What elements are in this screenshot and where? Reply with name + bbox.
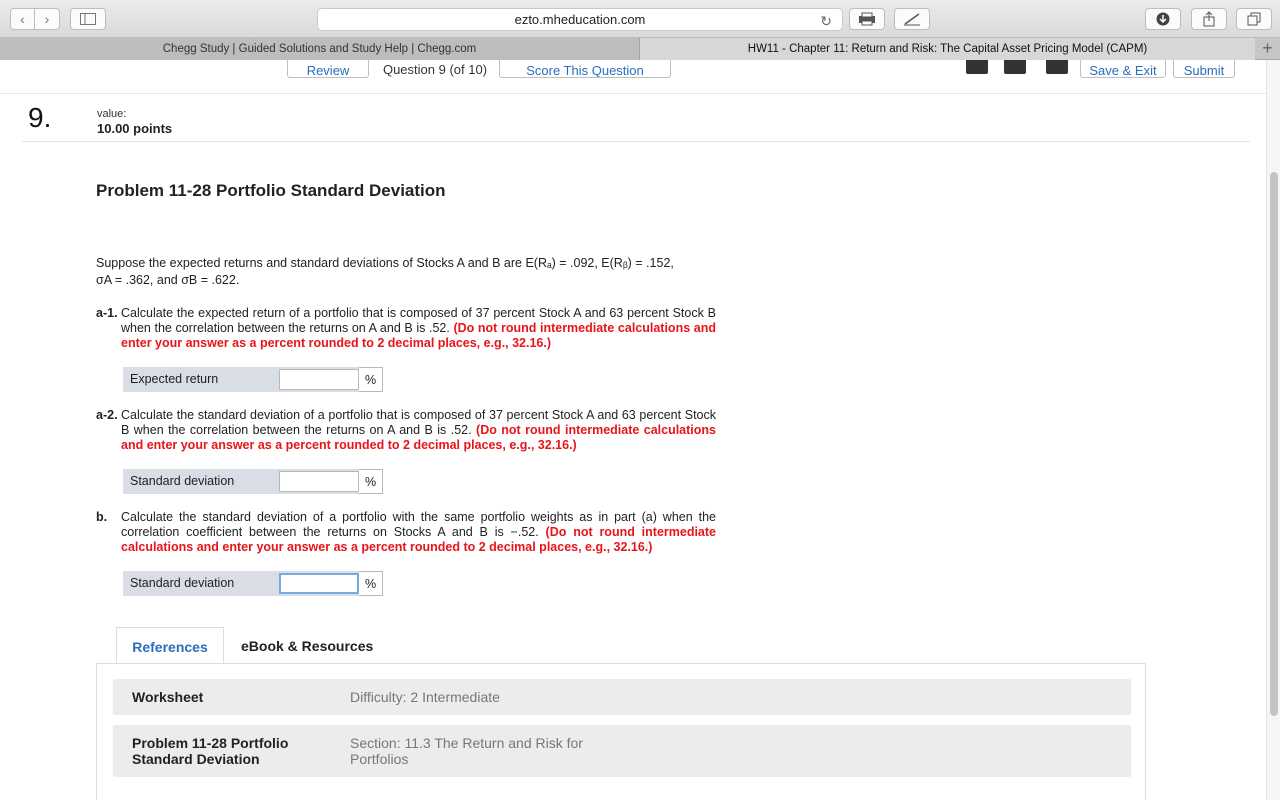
std-dev-input-a2[interactable] [279, 471, 359, 492]
plus-icon: + [1262, 38, 1273, 58]
part-a2-answer-row: Standard deviation % [123, 469, 383, 494]
problem-title: Problem 11-28 Portfolio Standard Deviati… [96, 181, 446, 200]
part-b: b. Calculate the standard deviation of a… [96, 510, 716, 555]
part-b-answer-label: Standard deviation [130, 576, 235, 590]
address-bar[interactable]: ezto.mheducation.com ↻ [317, 8, 843, 31]
review-button[interactable]: Review [287, 60, 369, 78]
printer-icon [859, 12, 875, 26]
expected-return-input[interactable] [279, 369, 359, 390]
question-indicator: Question 9 (of 10) [380, 60, 490, 78]
page-content: Review Question 9 (of 10) Score This Que… [0, 60, 1266, 800]
reference-name: Worksheet [132, 689, 204, 705]
print-page-icon[interactable] [1004, 60, 1026, 74]
part-a2-text-block: Calculate the standard deviation of a po… [121, 408, 716, 453]
reload-icon[interactable]: ↻ [820, 11, 832, 32]
value-label: value: [97, 108, 127, 120]
part-a1-unit: % [359, 367, 383, 392]
sidebar-toggle-button[interactable] [70, 8, 106, 30]
part-a1-text-block: Calculate the expected return of a portf… [121, 306, 716, 351]
calculator-icon[interactable] [1046, 60, 1068, 74]
save-exit-button[interactable]: Save & Exit [1080, 60, 1166, 78]
score-question-button[interactable]: Score This Question [499, 60, 671, 78]
share-icon [1203, 11, 1215, 27]
tab-chegg[interactable]: Chegg Study | Guided Solutions and Study… [0, 38, 640, 60]
book-icon[interactable] [966, 60, 988, 74]
question-number: 9. [28, 102, 52, 133]
part-a1-label: a-1. [96, 306, 118, 320]
part-a2-unit: % [359, 469, 383, 494]
downloads-button[interactable] [1145, 8, 1181, 30]
reference-value: Difficulty: 2 Intermediate [350, 689, 500, 705]
submit-label: Submit [1183, 63, 1225, 78]
tab-ebook-resources[interactable]: eBook & Resources [241, 627, 373, 665]
references-panel: Worksheet Difficulty: 2 Intermediate Pro… [96, 663, 1146, 800]
reference-row: Worksheet Difficulty: 2 Intermediate [113, 679, 1131, 715]
review-label: Review [306, 63, 350, 78]
submit-button[interactable]: Submit [1173, 60, 1235, 78]
tab-bar: Chegg Study | Guided Solutions and Study… [0, 38, 1280, 60]
new-tab-button[interactable]: + [1255, 38, 1280, 60]
forward-button[interactable]: › [35, 8, 60, 30]
page-scrollbar[interactable] [1266, 60, 1280, 800]
part-b-text-block: Calculate the standard deviation of a po… [121, 510, 716, 555]
share-button[interactable] [1191, 8, 1227, 30]
points-value: 10.00 points [97, 121, 173, 136]
print-button[interactable] [849, 8, 885, 30]
score-question-label: Score This Question [526, 63, 644, 78]
part-b-label: b. [96, 510, 108, 524]
sidebar-icon [80, 13, 96, 25]
save-exit-label: Save & Exit [1089, 63, 1157, 78]
chevron-left-icon: ‹ [20, 11, 25, 27]
part-b-answer-row: Standard deviation % [123, 571, 383, 596]
problem-intro-line2: σA = .362, and σB = .622. [96, 273, 240, 287]
pen-icon [904, 13, 920, 26]
part-a2: a-2. Calculate the standard deviation of… [96, 408, 716, 453]
part-a2-answer-label: Standard deviation [130, 474, 235, 488]
question-divider [22, 141, 1250, 142]
reference-value: Section: 11.3 The Return and Risk for Po… [350, 735, 583, 767]
problem-intro-line1: Suppose the expected returns and standar… [96, 256, 674, 270]
tabs-icon [1247, 12, 1261, 26]
reference-row: Problem 11-28 Portfolio Standard Deviati… [113, 725, 1131, 777]
std-dev-input-b[interactable] [279, 573, 359, 594]
back-button[interactable]: ‹ [10, 8, 35, 30]
scrollbar-thumb[interactable] [1270, 172, 1278, 716]
part-a1: a-1. Calculate the expected return of a … [96, 306, 716, 351]
tab-references[interactable]: References [116, 627, 224, 665]
download-icon [1156, 12, 1170, 26]
tabs-overview-button[interactable] [1236, 8, 1272, 30]
header-divider [0, 93, 1266, 94]
annotate-button[interactable] [894, 8, 930, 30]
nav-buttons: ‹ › [10, 8, 60, 30]
browser-toolbar: ‹ › ezto.mheducation.com ↻ [0, 0, 1280, 38]
question-indicator-label: Question 9 (of 10) [382, 62, 488, 77]
part-a1-answer-label: Expected return [130, 372, 219, 386]
tab-homework[interactable]: HW11 - Chapter 11: Return and Risk: The … [640, 38, 1255, 60]
chevron-right-icon: › [44, 11, 50, 27]
url-text: ezto.mheducation.com [514, 12, 646, 27]
part-b-unit: % [359, 571, 383, 596]
part-a1-answer-row: Expected return % [123, 367, 383, 392]
reference-name[interactable]: Problem 11-28 Portfolio Standard Deviati… [132, 735, 312, 767]
part-a2-label: a-2. [96, 408, 118, 422]
